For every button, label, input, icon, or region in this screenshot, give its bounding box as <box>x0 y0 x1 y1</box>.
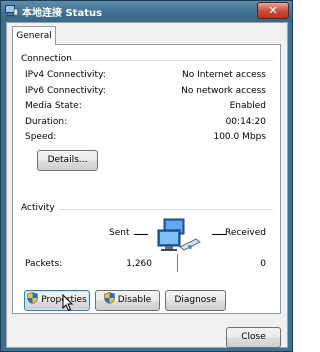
uac-shield-icon <box>103 292 115 304</box>
packets-separator <box>177 254 178 272</box>
speed-label: Speed: <box>25 132 57 142</box>
activity-heading: Activity <box>21 203 55 213</box>
ipv4-value: No Internet access <box>181 70 266 80</box>
network-computers-icon <box>157 218 201 251</box>
general-tab-panel: Connection IPv4 Connectivity: No Interne… <box>12 44 281 314</box>
tab-general[interactable]: General <box>12 26 56 45</box>
connection-divider <box>69 60 273 61</box>
media-state-value: Enabled <box>229 101 266 111</box>
properties-button[interactable]: Properties <box>24 290 90 311</box>
mouse-pointer-icon <box>62 294 74 312</box>
close-icon: ✕ <box>268 4 278 17</box>
uac-shield-icon <box>27 292 39 304</box>
ipv4-label: IPv4 Connectivity: <box>25 70 106 80</box>
tab-label: General <box>16 31 52 41</box>
disable-button[interactable]: Disable <box>95 290 160 311</box>
activity-divider <box>59 209 273 210</box>
window-close-button[interactable]: ✕ <box>257 2 289 19</box>
packets-sent-value: 1,260 <box>126 259 152 269</box>
dialog-body: General Connection IPv4 Connectivity: No… <box>6 22 288 348</box>
diagnose-button[interactable]: Diagnose <box>165 290 226 311</box>
connection-heading: Connection <box>21 54 72 64</box>
packets-label: Packets: <box>25 259 63 269</box>
details-button[interactable]: Details... <box>37 150 98 171</box>
duration-value: 00:14:20 <box>225 117 266 127</box>
network-connection-icon <box>5 5 18 17</box>
disable-label: Disable <box>117 295 152 305</box>
received-dash <box>212 234 226 235</box>
window-title: 本地连接 Status <box>22 8 103 19</box>
speed-value: 100.0 Mbps <box>213 132 266 142</box>
ipv6-label: IPv6 Connectivity: <box>25 86 106 96</box>
sent-dash <box>134 234 148 235</box>
sent-label: Sent <box>109 228 130 238</box>
ipv6-value: No network access <box>181 86 266 96</box>
received-label: Received <box>225 228 266 238</box>
close-button[interactable]: Close <box>226 327 281 348</box>
status-window: 本地连接 Status ✕ General Connection IPv4 Co… <box>0 0 293 352</box>
packets-received-value: 0 <box>260 259 266 269</box>
title-bar[interactable]: 本地连接 Status ✕ <box>1 1 292 22</box>
duration-label: Duration: <box>25 117 68 127</box>
media-state-label: Media State: <box>25 101 82 111</box>
